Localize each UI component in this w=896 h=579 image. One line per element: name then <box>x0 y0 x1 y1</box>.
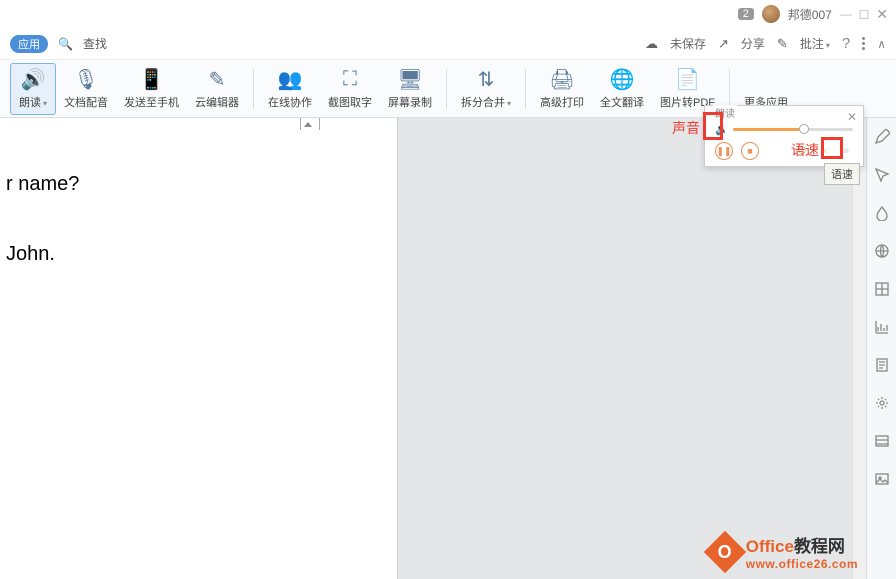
record-icon: 🖥 <box>397 68 422 92</box>
stop-button[interactable]: ■ <box>741 142 759 160</box>
app-tag[interactable]: 应用 <box>10 35 48 53</box>
notification-badge[interactable]: 2 <box>738 8 754 20</box>
speed-up-icon[interactable]: » <box>839 144 853 158</box>
canvas-background <box>398 118 896 579</box>
globe-icon[interactable] <box>873 242 891 260</box>
document-page[interactable]: r name? John. <box>0 118 398 579</box>
pause-button[interactable]: ❚❚ <box>715 142 733 160</box>
close-window-button[interactable]: ✕ <box>876 6 888 23</box>
drop-icon[interactable] <box>873 204 891 222</box>
panel-title: 朗读 <box>713 105 737 120</box>
grid-icon[interactable] <box>873 280 891 298</box>
advanced-print-button[interactable]: 🖨 高级打印 <box>532 64 592 114</box>
volume-icon[interactable]: 🔉 <box>715 122 729 136</box>
screenshot-icon: ⛶ <box>343 68 357 92</box>
watermark-badge-icon: O <box>704 530 746 572</box>
review-icon[interactable]: ✎ <box>777 36 788 52</box>
divider <box>729 69 730 109</box>
send-phone-button[interactable]: 📱 发送至手机 <box>116 64 187 114</box>
maximize-button[interactable]: □ <box>860 6 868 22</box>
screen-record-button[interactable]: 🖥 屏幕录制 <box>380 64 440 114</box>
document-text-line: John. <box>6 238 391 270</box>
split-merge-button[interactable]: ⇅ 拆分合并▾ <box>453 64 519 114</box>
more-menu-icon[interactable] <box>862 37 865 50</box>
gear-icon[interactable] <box>873 394 891 412</box>
read-aloud-button[interactable]: 🔊 朗读▾ <box>10 63 56 115</box>
translate-button[interactable]: 🌐 全文翻译 <box>592 64 652 114</box>
username: 邦德007 <box>788 6 832 23</box>
cursor-icon[interactable] <box>873 166 891 184</box>
split-icon: ⇅ <box>478 68 495 92</box>
right-sidebar <box>866 118 896 579</box>
unsaved-label: 未保存 <box>670 35 706 52</box>
cloud-editor-button[interactable]: ✎ 云编辑器 <box>187 64 247 114</box>
divider <box>446 69 447 109</box>
collab-button[interactable]: 👥 在线协作 <box>260 64 320 114</box>
document-text-line: r name? <box>6 168 391 200</box>
review-label[interactable]: 批注▾ <box>800 35 830 52</box>
avatar[interactable] <box>762 5 780 23</box>
chart-icon[interactable] <box>873 318 891 336</box>
share-icon[interactable]: ↗ <box>718 36 729 52</box>
speed-tooltip: 语速 <box>824 163 860 185</box>
minimize-button[interactable]: — <box>840 7 852 21</box>
expand-icon[interactable]: ∧ <box>877 37 886 51</box>
watermark-logo: O Office教程网 www.office26.com <box>710 532 858 571</box>
screenshot-ocr-button[interactable]: ⛶ 截图取字 <box>320 64 380 114</box>
list-icon[interactable] <box>873 432 891 450</box>
ruler-indent-marker[interactable] <box>300 118 320 130</box>
search-label[interactable]: 查找 <box>83 35 107 52</box>
audio-dub-button[interactable]: 🎙 文档配音 <box>56 64 116 114</box>
vertical-scrollbar[interactable] <box>852 118 866 579</box>
help-icon[interactable]: ? <box>842 35 850 52</box>
pdf-icon: 📄 <box>675 68 700 92</box>
annotation-label-speed: 语速 <box>791 140 819 160</box>
pencil-icon[interactable] <box>873 128 891 146</box>
close-panel-button[interactable]: ✕ <box>847 110 857 124</box>
image-icon[interactable] <box>873 470 891 488</box>
divider <box>525 69 526 109</box>
cloud-edit-icon: ✎ <box>209 68 226 92</box>
cloud-unsaved-icon[interactable]: ☁ <box>645 36 658 52</box>
phone-icon: 📱 <box>139 68 164 92</box>
volume-slider[interactable] <box>733 128 853 131</box>
translate-icon: 🌐 <box>610 68 635 92</box>
print-icon: 🖨 <box>549 68 574 92</box>
document-icon[interactable] <box>873 356 891 374</box>
read-aloud-icon: 🔊 <box>21 68 46 92</box>
slider-thumb[interactable] <box>799 124 809 134</box>
speed-down-icon[interactable]: « <box>817 144 831 158</box>
collab-icon: 👥 <box>278 68 303 92</box>
share-label[interactable]: 分享 <box>741 35 765 52</box>
microphone-icon: 🎙 <box>73 68 98 92</box>
annotation-label-sound: 声音 <box>672 118 700 138</box>
read-aloud-panel: 朗读 ✕ 🔉 ❚❚ ■ ⏱ « » <box>704 105 864 167</box>
divider <box>253 69 254 109</box>
search-icon[interactable]: 🔍 <box>58 37 73 51</box>
